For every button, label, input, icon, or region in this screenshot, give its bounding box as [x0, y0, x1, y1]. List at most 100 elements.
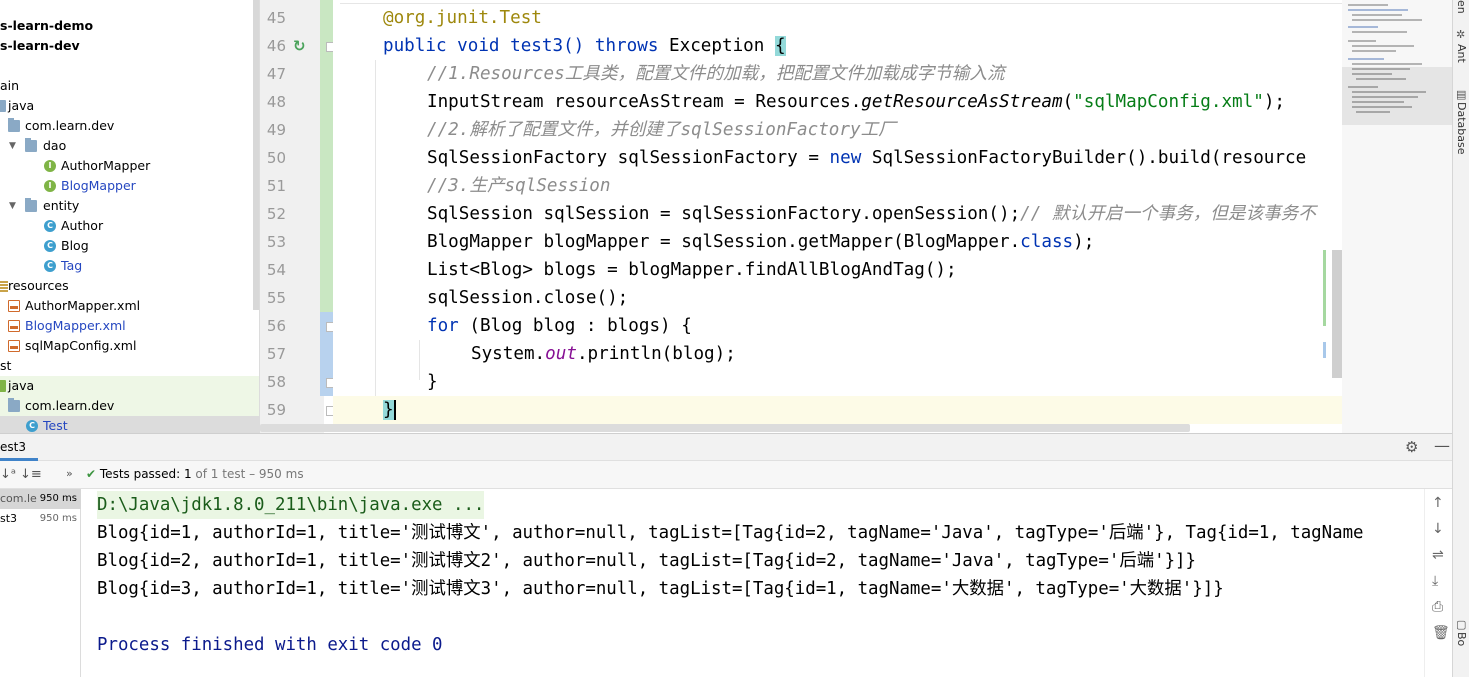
tree-row-main[interactable]: ain: [0, 76, 259, 96]
line-number: 45: [266, 9, 286, 27]
code-line[interactable]: List<Blog> blogs = blogMapper.findAllBlo…: [427, 256, 1342, 284]
tool-window-ant[interactable]: Ant: [1455, 44, 1468, 63]
test-result-row[interactable]: com.le 950 ms: [0, 489, 81, 509]
console-output[interactable]: D:\Java\jdk1.8.0_211\bin\java.exe ... Bl…: [82, 489, 1424, 677]
tree-row-entity[interactable]: ▼ entity: [0, 196, 259, 216]
tree-row-java-main[interactable]: java: [0, 96, 259, 116]
minimap-viewport[interactable]: [1342, 67, 1452, 125]
editor-vertical-scrollbar[interactable]: [1332, 250, 1342, 378]
editor-horizontal-scrollbar[interactable]: [260, 424, 1190, 432]
expand-more-icon[interactable]: »: [66, 467, 73, 480]
code-line[interactable]: //1.Resources工具类，配置文件的加载，把配置文件加载成字节输入流: [427, 60, 1342, 88]
soft-wrap-icon[interactable]: ⇌: [1432, 547, 1444, 563]
tree-row-test[interactable]: st: [0, 356, 259, 376]
tree-row-author-mapper[interactable]: I AuthorMapper: [0, 156, 259, 176]
tree-label: entity: [43, 198, 80, 213]
scroll-up-icon[interactable]: ↑: [1432, 495, 1444, 511]
trash-icon[interactable]: 🗑: [1432, 625, 1450, 641]
tree-row-package[interactable]: com.learn.dev: [0, 116, 259, 136]
tree-row-dao[interactable]: ▼ dao: [0, 136, 259, 156]
line-number: 57: [266, 345, 286, 363]
test-name: st3: [0, 512, 18, 525]
brace: }: [383, 400, 394, 420]
code-line[interactable]: SqlSessionFactory sqlSessionFactory = ne…: [427, 144, 1342, 172]
gear-icon[interactable]: ⚙: [1405, 438, 1418, 456]
ide-window: s-learn-demo s-learn-dev ain java com.le…: [0, 0, 1469, 677]
interface-icon: I: [44, 160, 56, 172]
tree-row-blog-mapper-xml[interactable]: BlogMapper.xml: [0, 316, 259, 336]
tree-label: AuthorMapper.xml: [25, 298, 141, 313]
scroll-down-icon[interactable]: ↓: [1432, 521, 1444, 537]
line-number: 56: [266, 317, 286, 335]
tool-window-label[interactable]: en: [1455, 0, 1468, 14]
code-text: SqlSessionFactoryBuilder().build(resourc…: [861, 148, 1307, 168]
database-icon[interactable]: ▤: [1456, 88, 1466, 101]
tree-row-author[interactable]: C Author: [0, 216, 259, 236]
code-line[interactable]: public void test3() throws Exception {: [383, 32, 1342, 60]
annotation-prefix: @org.junit.: [383, 8, 500, 28]
tree-row-sqlmapconfig-xml[interactable]: sqlMapConfig.xml: [0, 336, 259, 356]
word-book-icon[interactable]: ▢: [1456, 618, 1466, 631]
code-line[interactable]: InputStream resourceAsStream = Resources…: [427, 88, 1342, 116]
test-result-row[interactable]: st3 950 ms: [0, 509, 81, 529]
tree-label: BlogMapper.xml: [25, 318, 126, 333]
tree-row-tag[interactable]: C Tag: [0, 256, 259, 276]
tree-row-blog-mapper[interactable]: I BlogMapper: [0, 176, 259, 196]
editor-top-border: [340, 3, 1342, 4]
chevron-down-icon[interactable]: ▼: [9, 136, 16, 156]
indent-guide: [419, 340, 420, 380]
tool-window-word-book[interactable]: Word Bo: [1455, 632, 1469, 677]
static-method: getResourceAsStream: [861, 92, 1063, 112]
line-number: 49: [266, 121, 286, 139]
print-icon[interactable]: ⎙: [1432, 599, 1443, 615]
tree-label: com.learn.dev: [25, 398, 115, 413]
scrollbar-change-mark: [1323, 250, 1326, 326]
xml-file-icon: [8, 320, 20, 332]
tool-window-database[interactable]: Database: [1455, 102, 1468, 155]
code-editor[interactable]: @org.junit.Test public void test3() thro…: [333, 0, 1342, 433]
code-line[interactable]: sqlSession.close();: [427, 284, 1342, 312]
package-icon: [25, 198, 37, 212]
console-line: Blog{id=3, authorId=1, title='测试博文3', au…: [97, 579, 1224, 599]
code-line[interactable]: //3.生产sqlSession: [427, 172, 1342, 200]
code-line[interactable]: BlogMapper blogMapper = sqlSession.getMa…: [427, 228, 1342, 256]
code-line[interactable]: for (Blog blog : blogs) {: [427, 312, 1342, 340]
run-test-icon[interactable]: ↻: [293, 37, 311, 55]
code-line[interactable]: @org.junit.Test: [383, 4, 1342, 32]
code-text: List<Blog> blogs = blogMapper.findAllBlo…: [427, 260, 957, 280]
tree-row-blog[interactable]: C Blog: [0, 236, 259, 256]
code-minimap[interactable]: [1342, 0, 1452, 433]
sort-alpha-icon[interactable]: ↓ᵃ: [0, 467, 16, 482]
minimize-icon[interactable]: —: [1434, 436, 1450, 455]
code-text: InputStream resourceAsStream = Resources…: [427, 92, 862, 112]
console-side-toolbar: ↑ ↓ ⇌ ⤓ ⎙ 🗑: [1424, 489, 1452, 677]
ant-icon[interactable]: ✲: [1456, 28, 1465, 41]
tree-row-resources[interactable]: resources: [0, 276, 259, 296]
code-text: SqlSessionFactory sqlSessionFactory =: [427, 148, 830, 168]
tree-label: AuthorMapper: [61, 158, 151, 173]
tree-row-project-demo[interactable]: s-learn-demo: [0, 16, 259, 36]
keyword: public: [383, 36, 447, 56]
sort-duration-icon[interactable]: ↓≡: [20, 467, 42, 482]
tree-label: Blog: [61, 238, 89, 253]
tree-row-java-test[interactable]: java: [0, 376, 259, 396]
tree-row-project-dev[interactable]: s-learn-dev: [0, 36, 259, 56]
code-line[interactable]: SqlSession sqlSession = sqlSessionFactor…: [427, 200, 1342, 228]
tree-row-test-package[interactable]: com.learn.dev: [0, 396, 259, 416]
code-text: );: [1073, 232, 1095, 252]
run-tab[interactable]: est3: [0, 440, 26, 454]
comment: //3.生产sqlSession: [427, 176, 611, 196]
scroll-to-end-icon[interactable]: ⤓: [1432, 573, 1438, 589]
source-folder-icon: [0, 100, 6, 112]
code-line[interactable]: //2.解析了配置文件，并创建了sqlSessionFactory工厂: [427, 116, 1342, 144]
scrollbar-modified-mark: [1323, 342, 1326, 358]
code-line[interactable]: }: [427, 368, 1342, 396]
comment: //1.Resources工具类，配置文件的加载，把配置文件加载成字节输入流: [427, 64, 1005, 84]
console-exit-line: Process finished with exit code 0: [97, 635, 443, 655]
tree-row-test-class[interactable]: C Test: [0, 416, 259, 433]
tree-label: s-learn-dev: [0, 38, 80, 53]
code-line[interactable]: System.out.println(blog);: [471, 340, 1342, 368]
chevron-down-icon[interactable]: ▼: [9, 196, 16, 216]
tree-row-author-mapper-xml[interactable]: AuthorMapper.xml: [0, 296, 259, 316]
code-line-current[interactable]: }: [333, 396, 1342, 424]
